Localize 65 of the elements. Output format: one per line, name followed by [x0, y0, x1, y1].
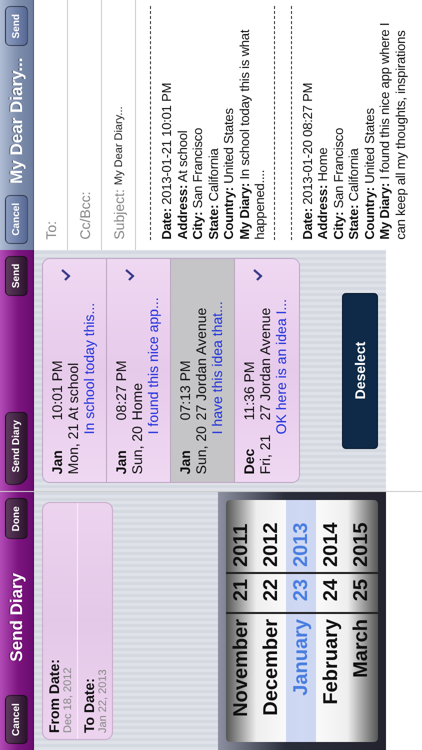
deselect-button[interactable]: Deselect	[342, 292, 378, 449]
entry-excerpt: OK here is an idea I...	[273, 298, 289, 436]
picker-item[interactable]: 21	[226, 574, 256, 612]
picker-item[interactable]: 2012	[256, 500, 286, 572]
subject-field[interactable]: Subject: My Dear Diary...	[102, 0, 136, 250]
message-line: Country: United States	[221, 107, 236, 240]
checkmark-icon	[253, 268, 263, 281]
cancel-button[interactable]: Cancel	[5, 194, 28, 244]
message-line: My Diary: In school today this is what happened....	[236, 28, 268, 240]
entry-place: 27 Jordan Avenue	[257, 308, 273, 420]
message-line: Country: United States	[362, 107, 377, 240]
picker-item[interactable]: 2011	[226, 500, 256, 572]
message-line: City: San Francisco	[190, 126, 206, 240]
send-button[interactable]: Send	[5, 6, 28, 46]
date-picker[interactable]: November December January February March 21 22 23 24 25 2011 2012 2013 2014 2015	[218, 492, 386, 750]
picker-item[interactable]: 22	[256, 574, 286, 612]
picker-item[interactable]: November	[226, 614, 256, 742]
entry-day: Sun, 20	[193, 426, 209, 474]
entry-day: Fri, 21	[257, 434, 273, 474]
checkmark-icon	[125, 268, 135, 281]
message-line: City: San Francisco	[330, 126, 346, 240]
cc-field[interactable]: Cc/Bcc:	[68, 0, 102, 250]
picker-item[interactable]: December	[256, 614, 286, 742]
picker-item[interactable]: March	[346, 614, 376, 742]
picker-item[interactable]: 25	[346, 574, 376, 612]
entry-place: Home	[129, 382, 145, 420]
message-line: Address: Home	[315, 146, 330, 240]
subject-value: My Dear Diary...	[112, 106, 124, 186]
entry-time: 08:27 PM	[113, 360, 129, 420]
message-line: My Diary: I found this nice app where I can keep all my thoughts, inspirations	[377, 22, 408, 240]
entry-day: Mon, 21	[65, 424, 81, 474]
picker-item[interactable]: February	[316, 614, 346, 742]
date-row[interactable]: From Date: Dec 18, 2012	[43, 503, 77, 739]
message-line: State: California	[346, 147, 362, 240]
nav-title: Send Diary	[6, 572, 26, 662]
cancel-button[interactable]: Cancel	[5, 695, 28, 744]
entry-month: Jan	[113, 450, 129, 474]
to-field[interactable]: To:	[34, 0, 68, 250]
entry-month: Dec	[241, 448, 257, 474]
entry-time: 07:13 PM	[177, 360, 193, 420]
back-button[interactable]: Send Diary	[5, 412, 28, 486]
done-button[interactable]: Done	[5, 498, 28, 540]
diary-entry-row[interactable]: Dec 11:36 PM Fri, 21 27 Jordan Avenue OK here is an idea I...	[235, 258, 299, 482]
entry-excerpt: I found this nice app...	[145, 297, 161, 436]
message-line: Date: 2013-01-21 10:01 PM	[159, 82, 174, 240]
entry-day: Sun, 20	[129, 426, 145, 474]
entry-time: 11:36 PM	[241, 361, 257, 420]
message-line: State: California	[206, 147, 221, 240]
picker-item[interactable]: 2015	[346, 500, 376, 572]
picker-item[interactable]: 24	[316, 574, 346, 612]
subject-label: Subject:	[110, 189, 126, 240]
checkmark-icon	[61, 268, 71, 281]
message-line: Date: 2013-01-20 08:27 PM	[300, 82, 315, 240]
entry-excerpt: In school today this...	[81, 302, 97, 436]
entry-month: Jan	[49, 450, 65, 474]
send-button[interactable]: Send	[5, 256, 28, 296]
picker-item[interactable]: 2014	[316, 500, 346, 572]
nav-title: My Dear Diary...	[6, 58, 26, 184]
entry-excerpt: I have this idea that...	[209, 301, 225, 436]
message-line: Address: At school	[174, 130, 190, 240]
entry-place: At school	[65, 362, 81, 420]
entry-month: Jan	[177, 450, 193, 474]
entry-time: 10:01 PM	[49, 360, 65, 420]
date-row[interactable]: To Date: Jan 22, 2013	[77, 503, 112, 739]
entry-place: 27 Jordan Avenue	[193, 308, 209, 420]
